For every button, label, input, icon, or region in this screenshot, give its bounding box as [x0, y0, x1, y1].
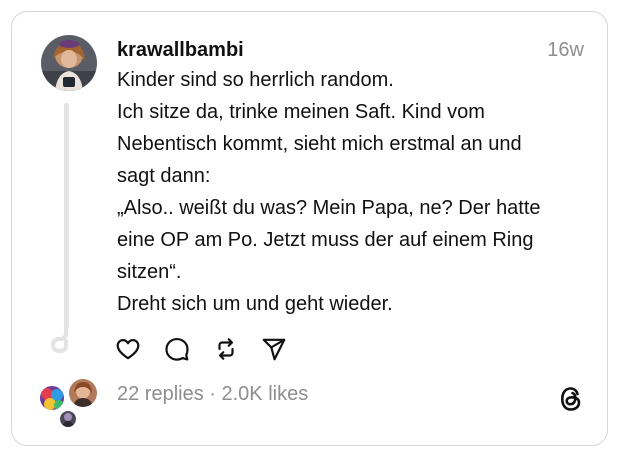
thread-line: [64, 103, 69, 329]
comment-icon: [165, 337, 189, 361]
username[interactable]: krawallbambi: [117, 37, 244, 63]
post-timestamp[interactable]: 16w: [547, 37, 584, 63]
post-text-line: „Also.. weißt du was? Mein Papa, ne? Der…: [117, 197, 541, 219]
avatar-image: [41, 35, 97, 91]
post-text-line: Nebentisch kommt, sieht mich erstmal an …: [117, 133, 522, 155]
reply-button[interactable]: [163, 335, 191, 363]
avatar[interactable]: [41, 35, 97, 91]
post-text-line: Dreht sich um und geht wieder.: [117, 293, 393, 315]
repost-icon: [218, 338, 234, 360]
share-button[interactable]: [260, 335, 288, 363]
replier-avatar: [67, 377, 99, 409]
post-text-line: Kinder sind so herrlich random.: [117, 69, 394, 91]
thread-loop-icon: [50, 327, 68, 354]
replier-avatar: [38, 384, 66, 412]
post-text: Kinder sind so herrlich random. Ich sitz…: [117, 64, 587, 320]
like-button[interactable]: [114, 335, 142, 363]
repost-button[interactable]: [212, 335, 240, 363]
threads-logo-icon[interactable]: [558, 385, 584, 413]
share-icon: [262, 338, 286, 361]
post-text-line: eine OP am Po. Jetzt muss der auf einem …: [117, 229, 534, 251]
replier-avatar: [58, 409, 78, 429]
post-text-line: Ich sitze da, trinke meinen Saft. Kind v…: [117, 101, 485, 123]
post-text-line: sagt dann:: [117, 165, 211, 187]
replier-avatar-image: [40, 386, 64, 410]
reply-like-stats[interactable]: 22 replies · 2.0K likes: [117, 381, 308, 407]
replier-avatar-image: [60, 411, 76, 427]
heart-icon: [116, 339, 140, 360]
replier-avatar-image: [69, 379, 97, 407]
post-text-line: sitzen“.: [117, 261, 182, 283]
